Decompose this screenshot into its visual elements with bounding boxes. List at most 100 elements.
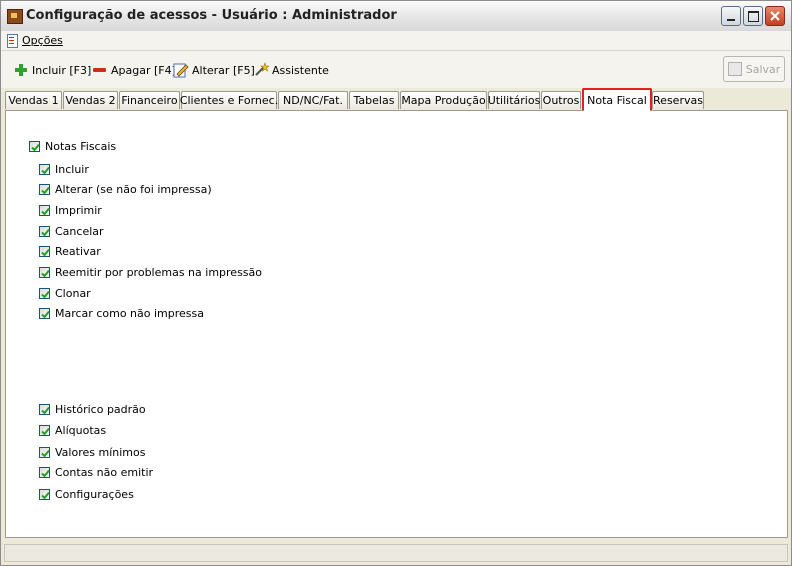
tab-mapa-producao[interactable]: Mapa Produção xyxy=(400,91,487,109)
checkbox[interactable] xyxy=(39,163,50,175)
checkmark-icon xyxy=(31,143,40,151)
checkmark-icon xyxy=(41,269,50,277)
permission-row[interactable]: Histórico padrão xyxy=(39,402,146,416)
checkbox[interactable] xyxy=(39,424,50,436)
checkmark-icon xyxy=(41,290,50,298)
permission-row[interactable]: Alíquotas xyxy=(39,423,106,437)
checkbox-label: Reemitir por problemas na impressão xyxy=(55,265,263,279)
permission-row[interactable]: Marcar como não impressa xyxy=(39,306,204,320)
tab-vendas-1[interactable]: Vendas 1 xyxy=(5,91,62,109)
checkbox[interactable] xyxy=(39,245,50,257)
tab-label: Nota Fiscal xyxy=(587,93,647,107)
permission-row[interactable]: Clonar xyxy=(39,286,91,300)
tab-label: Outros xyxy=(542,94,580,107)
tab-tabelas[interactable]: Tabelas xyxy=(349,91,399,109)
checkmark-icon xyxy=(41,491,50,499)
close-icon xyxy=(770,11,780,21)
salvar-button[interactable]: Salvar xyxy=(723,56,785,82)
permission-row[interactable]: Contas não emitir xyxy=(39,465,153,479)
permission-row[interactable]: Alterar (se não foi impressa) xyxy=(39,182,212,196)
checkbox-label: Histórico padrão xyxy=(55,402,146,416)
checkmark-icon xyxy=(41,228,50,236)
permission-row[interactable]: Valores mínimos xyxy=(39,445,145,459)
checkbox[interactable] xyxy=(39,204,50,216)
checkbox[interactable] xyxy=(39,446,50,458)
checkmark-icon xyxy=(41,186,50,194)
checkmark-icon xyxy=(41,166,50,174)
checkmark-icon xyxy=(41,310,50,318)
tab-financeiro[interactable]: Financeiro xyxy=(119,91,180,109)
apagar-label: Apagar [F4] xyxy=(111,63,176,77)
status-bar xyxy=(4,544,788,562)
checkbox[interactable] xyxy=(39,287,50,299)
tab-label: Mapa Produção xyxy=(401,94,486,107)
permission-row[interactable]: Cancelar xyxy=(39,224,104,238)
checkbox-label: Configurações xyxy=(55,487,134,501)
checkbox-label: Marcar como não impressa xyxy=(55,306,204,320)
permission-row[interactable]: Reemitir por problemas na impressão xyxy=(39,265,262,279)
tab-label: Tabelas xyxy=(353,94,395,107)
checkbox[interactable] xyxy=(39,183,50,195)
maximize-button[interactable] xyxy=(743,6,763,26)
checkbox[interactable] xyxy=(39,266,50,278)
checkbox-label: Cancelar xyxy=(55,224,104,238)
minimize-button[interactable] xyxy=(721,6,741,26)
apagar-button[interactable]: Apagar [F4] xyxy=(92,61,176,79)
tab-nota-fiscal[interactable]: Nota Fiscal xyxy=(582,88,652,111)
checkbox[interactable] xyxy=(39,307,50,319)
permission-row[interactable]: Reativar xyxy=(39,244,101,258)
checkbox[interactable] xyxy=(29,140,40,152)
title-bar: Configuração de acessos - Usuário : Admi… xyxy=(1,1,791,32)
permissions-panel: Notas Fiscais Incluir Alterar (se não fo… xyxy=(5,110,788,538)
tab-reservas[interactable]: Reservas xyxy=(652,91,704,109)
tab-nd-nc-fat[interactable]: ND/NC/Fat. xyxy=(278,91,348,109)
app-window: Configuração de acessos - Usuário : Admi… xyxy=(0,0,792,566)
alterar-button[interactable]: Alterar [F5] xyxy=(173,61,255,79)
checkmark-icon xyxy=(41,207,50,215)
document-icon xyxy=(7,33,18,48)
assistente-button[interactable]: Assistente xyxy=(253,61,329,79)
checkbox-label: Imprimir xyxy=(55,203,102,217)
checkmark-icon xyxy=(41,406,50,414)
toolbar: Incluir [F3] Apagar [F4] Alterar [F5] As… xyxy=(1,51,791,88)
checkbox-label: Contas não emitir xyxy=(55,465,154,479)
checkbox[interactable] xyxy=(39,488,50,500)
checkbox[interactable] xyxy=(39,466,50,478)
salvar-label: Salvar xyxy=(745,62,781,76)
permission-row[interactable]: Notas Fiscais xyxy=(29,139,116,153)
minus-icon xyxy=(92,62,108,78)
tab-label: Vendas 1 xyxy=(8,94,59,107)
checkbox-label: Reativar xyxy=(55,244,101,258)
checkmark-icon xyxy=(41,248,50,256)
checkbox[interactable] xyxy=(39,225,50,237)
menu-opcoes[interactable]: Opções xyxy=(7,33,63,48)
tab-label: Utilitários xyxy=(487,94,541,107)
checkbox[interactable] xyxy=(39,403,50,415)
checkbox-label: Alíquotas xyxy=(55,423,107,437)
tab-utilitarios[interactable]: Utilitários xyxy=(488,91,540,109)
save-icon xyxy=(727,62,742,76)
checkbox-label: Valores mínimos xyxy=(55,445,146,459)
checkmark-icon xyxy=(41,469,50,477)
incluir-button[interactable]: Incluir [F3] xyxy=(13,61,91,79)
tab-strip: Vendas 1 Vendas 2 Financeiro Clientes e … xyxy=(1,88,791,111)
tab-label: Clientes e Fornec. xyxy=(179,94,279,107)
permission-row[interactable]: Incluir xyxy=(39,162,89,176)
checkbox-label: Alterar (se não foi impressa) xyxy=(55,182,212,196)
menu-bar: Opções xyxy=(1,31,791,51)
alterar-label: Alterar [F5] xyxy=(192,63,255,77)
checkbox-label: Notas Fiscais xyxy=(45,139,117,153)
incluir-label: Incluir [F3] xyxy=(32,63,92,77)
tab-label: ND/NC/Fat. xyxy=(283,94,343,107)
tab-vendas-2[interactable]: Vendas 2 xyxy=(63,91,118,109)
close-button[interactable] xyxy=(765,6,785,26)
tab-clientes-fornec[interactable]: Clientes e Fornec. xyxy=(179,91,279,109)
assistente-label: Assistente xyxy=(272,63,329,77)
permission-row[interactable]: Imprimir xyxy=(39,203,102,217)
wand-icon xyxy=(253,62,270,78)
window-title: Configuração de acessos - Usuário : Admi… xyxy=(26,8,397,23)
tab-outros[interactable]: Outros xyxy=(541,91,581,109)
permission-row[interactable]: Configurações xyxy=(39,487,134,501)
checkbox-label: Clonar xyxy=(55,286,91,300)
checkmark-icon xyxy=(41,427,50,435)
